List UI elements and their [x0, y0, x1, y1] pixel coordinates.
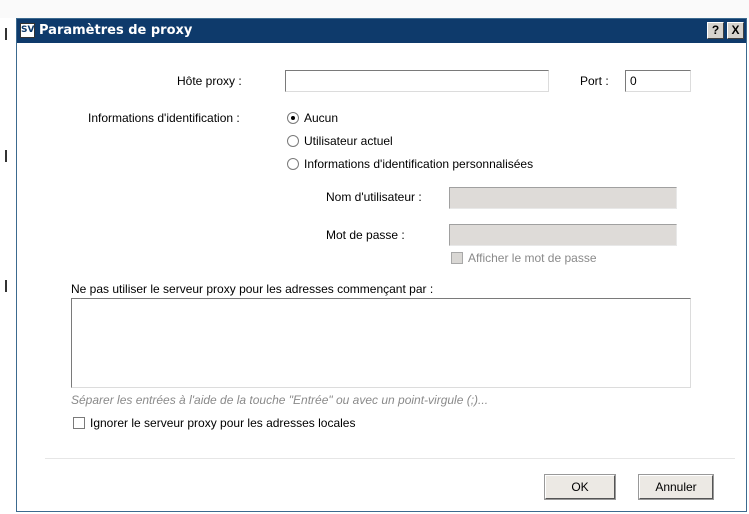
background-window-edge	[0, 0, 749, 18]
help-button[interactable]: ?	[707, 22, 724, 39]
show-password-checkbox[interactable]	[451, 252, 463, 264]
bypass-label: Ne pas utiliser le serveur proxy pour le…	[71, 282, 434, 296]
proxy-host-input[interactable]	[285, 70, 549, 92]
credentials-label: Informations d'identification :	[88, 111, 240, 125]
dialog-title: Paramètres de proxy	[39, 23, 193, 38]
background-mark	[5, 150, 7, 162]
app-icon: SV	[20, 23, 35, 38]
radio-current-user-label[interactable]: Utilisateur actuel	[304, 134, 393, 148]
port-input[interactable]: 0	[625, 70, 691, 92]
ok-button[interactable]: OK	[544, 474, 616, 500]
background-mark	[5, 28, 7, 40]
ignore-local-label[interactable]: Ignorer le serveur proxy pour les adress…	[90, 416, 355, 430]
radio-custom-credentials[interactable]	[287, 158, 299, 170]
radio-none-label[interactable]: Aucun	[304, 111, 338, 125]
password-input[interactable]	[449, 224, 677, 246]
button-separator	[45, 458, 735, 459]
username-label: Nom d'utilisateur :	[326, 190, 422, 204]
port-label: Port :	[580, 74, 609, 88]
bypass-hint: Séparer les entrées à l'aide de la touch…	[71, 393, 489, 407]
cancel-button[interactable]: Annuler	[638, 474, 714, 500]
show-password-label[interactable]: Afficher le mot de passe	[468, 251, 597, 265]
title-bar[interactable]: SV Paramètres de proxy ? X	[17, 19, 746, 43]
password-label: Mot de passe :	[326, 228, 405, 242]
proxy-host-label: Hôte proxy :	[177, 74, 242, 88]
close-button[interactable]: X	[727, 22, 744, 39]
ignore-local-checkbox[interactable]	[73, 417, 85, 429]
radio-none[interactable]	[287, 112, 299, 124]
background-mark	[5, 280, 7, 292]
radio-current-user[interactable]	[287, 135, 299, 147]
username-input[interactable]	[449, 187, 677, 209]
proxy-settings-dialog: SV Paramètres de proxy ? X Hôte proxy : …	[16, 18, 747, 512]
bypass-list-textarea[interactable]	[71, 298, 691, 388]
radio-custom-credentials-label[interactable]: Informations d'identification personnali…	[304, 157, 533, 171]
